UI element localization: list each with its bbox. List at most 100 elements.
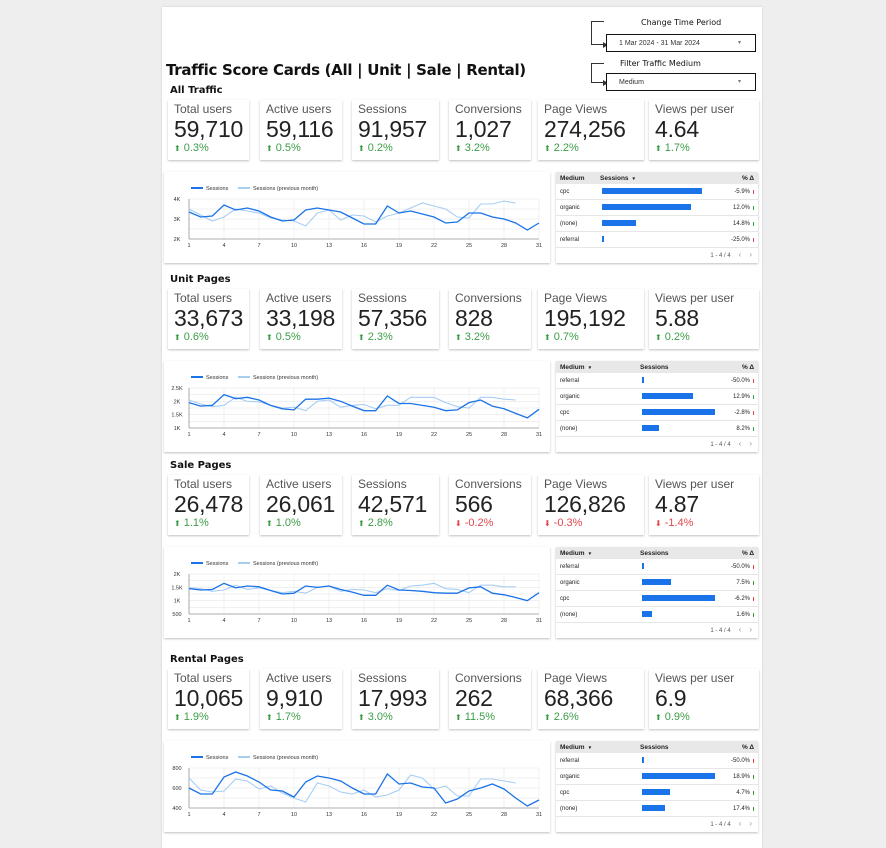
- sessions-bar: [642, 805, 666, 811]
- sessions-line-chart[interactable]: Sessions Sessions (previous month) 1K 1.5K 2…: [164, 361, 550, 452]
- prev-page-icon[interactable]: ‹: [739, 819, 742, 828]
- scorecard[interactable]: Sessions 42,571 ⬆ 2.8%: [352, 475, 439, 535]
- table-row[interactable]: organic 12.9%: [556, 389, 758, 405]
- sessions-line-chart[interactable]: Sessions Sessions (previous month) 500 1K 1.…: [164, 547, 550, 638]
- scorecard[interactable]: Views per user 6.9 ⬆ 0.9%: [649, 669, 759, 729]
- medium-cell: referral: [560, 237, 580, 243]
- y-tick-label: 2K: [174, 399, 181, 405]
- x-tick-label: 7: [257, 618, 260, 624]
- scorecard[interactable]: Sessions 17,993 ⬆ 3.0%: [352, 669, 439, 729]
- date-range-value: 1 Mar 2024 - 31 Mar 2024: [619, 40, 700, 47]
- scorecard-label: Conversions: [455, 291, 522, 305]
- column-header-label: Sessions: [640, 744, 669, 751]
- scorecard[interactable]: Page Views 195,192 ⬆ 0.7%: [538, 289, 644, 349]
- increase-indicator-icon: [752, 222, 754, 226]
- column-header-sessions[interactable]: Sessions: [640, 744, 669, 751]
- next-page-icon[interactable]: ›: [749, 439, 752, 448]
- medium-cell: referral: [560, 758, 580, 764]
- table-row[interactable]: (none) 14.8%: [556, 216, 758, 232]
- delta-cell: 17.4%: [732, 806, 750, 812]
- x-tick-label: 28: [501, 432, 507, 438]
- scorecard[interactable]: Views per user 4.64 ⬆ 1.7%: [649, 100, 759, 160]
- column-header-medium[interactable]: Medium ▾: [560, 364, 591, 371]
- column-header-sessions[interactable]: Sessions: [640, 550, 669, 557]
- delta-value: 2.3%: [367, 331, 393, 343]
- sessions-line-chart[interactable]: Sessions Sessions (previous month) 2K 3K 4K 1…: [164, 172, 550, 263]
- scorecard[interactable]: Views per user 5.88 ⬆ 0.2%: [649, 289, 759, 349]
- scorecard[interactable]: Conversions 828 ⬆ 3.2%: [449, 289, 531, 349]
- column-header-medium[interactable]: Medium ▾: [560, 550, 591, 557]
- scorecard-value: 10,065: [174, 685, 244, 711]
- scorecard[interactable]: Total users 33,673 ⬆ 0.6%: [168, 289, 249, 349]
- column-header-medium[interactable]: Medium: [560, 175, 585, 182]
- table-row[interactable]: referral -50.0%: [556, 559, 758, 575]
- scorecard[interactable]: Active users 33,198 ⬆ 0.5%: [260, 289, 342, 349]
- delta-cell: 12.0%: [732, 205, 750, 211]
- scorecard[interactable]: Conversions 262 ⬆ 11.5%: [449, 669, 531, 729]
- scorecard[interactable]: Page Views 126,826 ⬇ -0.3%: [538, 475, 644, 535]
- x-tick-label: 13: [326, 243, 332, 249]
- column-header-delta[interactable]: % Δ: [742, 550, 754, 557]
- column-header-delta[interactable]: % Δ: [742, 175, 754, 182]
- scorecard-label: Conversions: [455, 102, 522, 116]
- table-row[interactable]: (none) 1.6%: [556, 607, 758, 623]
- section-title: Unit Pages: [170, 274, 231, 285]
- sessions-line-chart[interactable]: Sessions Sessions (previous month) 400 600 8…: [164, 741, 550, 832]
- column-header-label: Medium: [560, 550, 585, 557]
- prev-page-icon[interactable]: ‹: [739, 625, 742, 634]
- delta-cell: 14.8%: [732, 221, 750, 227]
- scorecard[interactable]: Page Views 68,366 ⬆ 2.6%: [538, 669, 644, 729]
- scorecard-label: Conversions: [455, 671, 522, 685]
- legend-label-sessions: Sessions: [206, 375, 229, 381]
- column-header-medium[interactable]: Medium ▾: [560, 744, 591, 751]
- scorecard[interactable]: Conversions 1,027 ⬆ 3.2%: [449, 100, 531, 160]
- next-page-icon[interactable]: ›: [749, 625, 752, 634]
- table-row[interactable]: cpc -2.8%: [556, 405, 758, 421]
- table-row[interactable]: cpc 4.7%: [556, 785, 758, 801]
- date-range-picker[interactable]: 1 Mar 2024 - 31 Mar 2024 ▾: [606, 34, 756, 52]
- prev-page-icon[interactable]: ‹: [739, 439, 742, 448]
- table-row[interactable]: organic 18.9%: [556, 769, 758, 785]
- delta-value: 3.0%: [367, 711, 393, 723]
- table-row[interactable]: cpc -5.9%: [556, 184, 758, 200]
- column-header-label: Medium: [560, 744, 585, 751]
- scorecard[interactable]: Active users 59,116 ⬆ 0.5%: [260, 100, 342, 160]
- table-row[interactable]: organic 7.5%: [556, 575, 758, 591]
- scorecard[interactable]: Total users 10,065 ⬆ 1.9%: [168, 669, 249, 729]
- scorecard[interactable]: Total users 59,710 ⬆ 0.3%: [168, 100, 249, 160]
- table-row[interactable]: referral -25.0%: [556, 232, 758, 248]
- scorecard[interactable]: Page Views 274,256 ⬆ 2.2%: [538, 100, 644, 160]
- y-tick-label: 2.5K: [171, 386, 183, 392]
- scorecard[interactable]: Sessions 91,957 ⬆ 0.2%: [352, 100, 439, 160]
- scorecard[interactable]: Sessions 57,356 ⬆ 2.3%: [352, 289, 439, 349]
- column-header-delta[interactable]: % Δ: [742, 364, 754, 371]
- delta-cell: -2.8%: [734, 410, 750, 416]
- scorecard-delta: ⬆ 3.0%: [358, 711, 439, 723]
- table-row[interactable]: organic 12.0%: [556, 200, 758, 216]
- scorecard[interactable]: Conversions 566 ⬇ -0.2%: [449, 475, 531, 535]
- table-row[interactable]: (none) 8.2%: [556, 421, 758, 437]
- scorecard-delta: ⬆ 2.6%: [544, 711, 644, 723]
- column-header-delta[interactable]: % Δ: [742, 744, 754, 751]
- table-row[interactable]: (none) 17.4%: [556, 801, 758, 817]
- column-header-sessions[interactable]: Sessions: [640, 364, 669, 371]
- prev-page-icon[interactable]: ‹: [739, 250, 742, 259]
- next-page-icon[interactable]: ›: [749, 819, 752, 828]
- scorecard[interactable]: Active users 9,910 ⬆ 1.7%: [260, 669, 342, 729]
- medium-table: Medium ▾ Sessions % Δ referral -50.0% org…: [556, 361, 758, 452]
- sort-caret-icon: ▾: [632, 176, 636, 182]
- next-page-icon[interactable]: ›: [749, 250, 752, 259]
- arrow-up-icon: ⬆: [655, 333, 662, 342]
- arrow-up-icon: ⬆: [358, 713, 365, 722]
- decrease-indicator-icon: [752, 565, 754, 569]
- scorecard[interactable]: Views per user 4.87 ⬇ -1.4%: [649, 475, 759, 535]
- medium-filter[interactable]: Medium ▾: [606, 73, 756, 91]
- table-row[interactable]: referral -50.0%: [556, 753, 758, 769]
- pagination-label: 1 - 4 / 4: [710, 822, 731, 828]
- column-header-sessions[interactable]: Sessions ▾: [600, 175, 635, 182]
- scorecard[interactable]: Total users 26,478 ⬆ 1.1%: [168, 475, 249, 535]
- table-row[interactable]: cpc -6.2%: [556, 591, 758, 607]
- table-row[interactable]: referral -50.0%: [556, 373, 758, 389]
- scorecard-label: Sessions: [358, 477, 407, 491]
- scorecard[interactable]: Active users 26,061 ⬆ 1.0%: [260, 475, 342, 535]
